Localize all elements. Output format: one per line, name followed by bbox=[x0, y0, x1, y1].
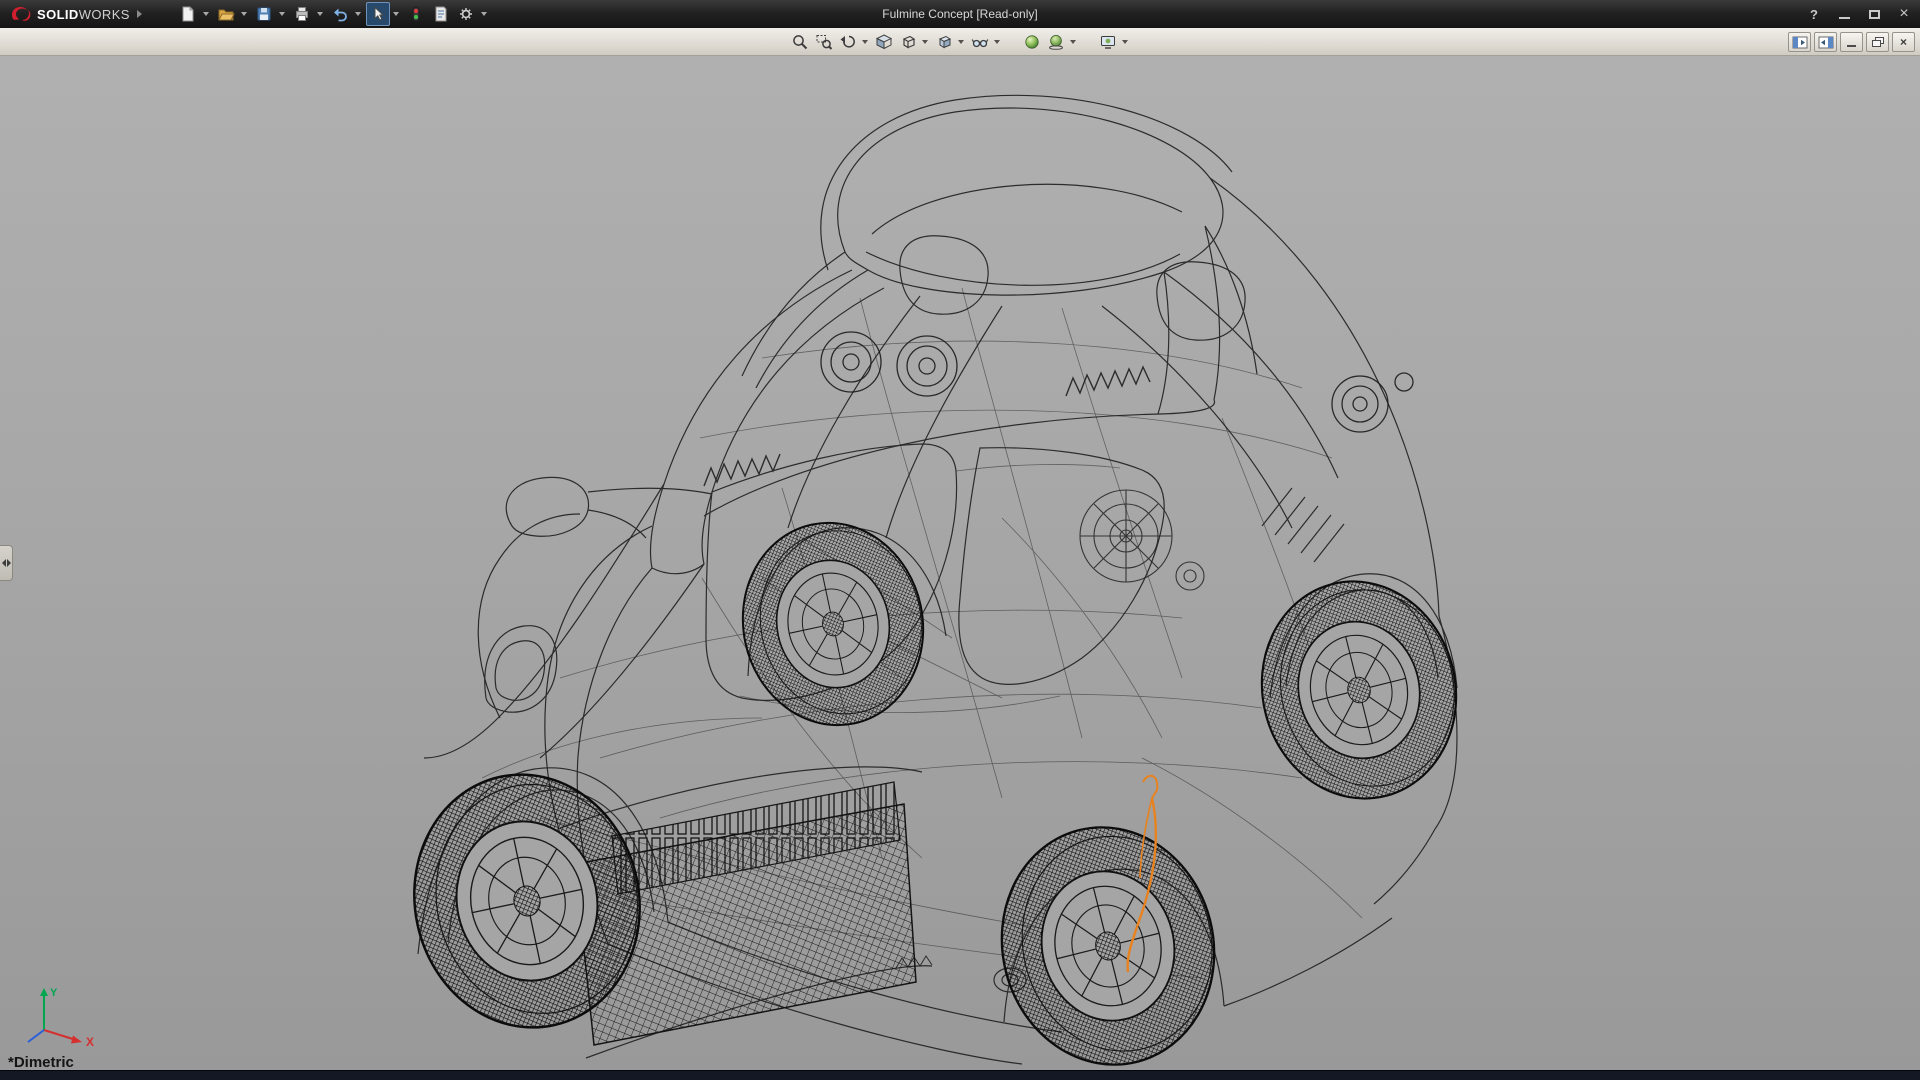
save-icon bbox=[255, 5, 273, 23]
new-document-icon bbox=[179, 5, 197, 23]
view-settings-icon bbox=[1099, 33, 1117, 51]
pane-previous-icon bbox=[1792, 36, 1808, 49]
triad-z-axis-icon bbox=[28, 1030, 44, 1042]
featuremanager-flyout-handle[interactable] bbox=[0, 545, 13, 581]
save-button[interactable] bbox=[252, 2, 276, 26]
triad-x-label: X bbox=[86, 1035, 94, 1048]
maximize-button[interactable] bbox=[1866, 4, 1882, 24]
edit-appearance-button[interactable] bbox=[1021, 30, 1043, 54]
car-drivetrain bbox=[1080, 490, 1204, 590]
hide-show-items-button[interactable] bbox=[969, 30, 991, 54]
flyout-left-arrow-icon bbox=[2, 559, 6, 567]
undo-button[interactable] bbox=[328, 2, 352, 26]
solidworks-logo: SOLIDWORKS bbox=[0, 5, 150, 23]
brand-bold: SOLID bbox=[37, 7, 79, 22]
pane-next-icon bbox=[1818, 36, 1834, 49]
dropdown-chevron-icon[interactable] bbox=[922, 40, 928, 44]
pane-previous-button[interactable] bbox=[1788, 32, 1811, 52]
dropdown-chevron-icon[interactable] bbox=[994, 40, 1000, 44]
close-button[interactable]: × bbox=[1896, 4, 1912, 24]
quick-access-toolbar bbox=[176, 2, 491, 26]
help-button[interactable]: ? bbox=[1806, 4, 1822, 24]
dropdown-chevron-icon[interactable] bbox=[862, 40, 868, 44]
document-restore-icon bbox=[1871, 36, 1885, 48]
document-restore-button[interactable] bbox=[1866, 32, 1889, 52]
graphics-viewport[interactable]: X Y *Dimetric bbox=[0, 56, 1920, 1070]
open-icon bbox=[217, 5, 235, 23]
dropdown-chevron-icon[interactable] bbox=[393, 12, 399, 16]
wheel-front-right bbox=[724, 506, 942, 742]
solidworks-logo-icon bbox=[10, 5, 32, 23]
zoom-to-area-button[interactable] bbox=[813, 30, 835, 54]
minimize-icon bbox=[1839, 17, 1850, 19]
menu-expand-icon[interactable] bbox=[137, 10, 142, 18]
view-orientation-button[interactable] bbox=[897, 30, 919, 54]
dropdown-chevron-icon[interactable] bbox=[481, 12, 487, 16]
wheel-rear-right bbox=[1239, 561, 1479, 820]
display-style-icon bbox=[935, 33, 953, 51]
dropdown-chevron-icon[interactable] bbox=[203, 12, 209, 16]
print-icon bbox=[293, 5, 311, 23]
select-button[interactable] bbox=[366, 2, 390, 26]
wireframe-car-model bbox=[0, 56, 1920, 1070]
taskbar-edge-strip bbox=[0, 1070, 1920, 1080]
file-properties-icon bbox=[432, 5, 450, 23]
previous-view-icon bbox=[839, 33, 857, 51]
zoom-to-fit-button[interactable] bbox=[789, 30, 811, 54]
zoom-to-area-icon bbox=[815, 33, 833, 51]
car-headlights bbox=[821, 332, 1413, 432]
brand-text: SOLIDWORKS bbox=[37, 7, 130, 22]
section-view-icon bbox=[875, 33, 893, 51]
triad-y-label: Y bbox=[50, 987, 58, 999]
dropdown-chevron-icon[interactable] bbox=[1122, 40, 1128, 44]
heads-up-toolbar-group bbox=[789, 30, 1131, 54]
dropdown-chevron-icon[interactable] bbox=[279, 12, 285, 16]
apply-scene-button[interactable] bbox=[1045, 30, 1067, 54]
dropdown-chevron-icon[interactable] bbox=[958, 40, 964, 44]
document-close-icon: × bbox=[1900, 35, 1907, 49]
view-settings-button[interactable] bbox=[1097, 30, 1119, 54]
document-window-controls: × bbox=[1788, 32, 1915, 52]
dropdown-chevron-icon[interactable] bbox=[355, 12, 361, 16]
open-button[interactable] bbox=[214, 2, 238, 26]
wheel-rear-left bbox=[977, 805, 1239, 1070]
edit-appearance-ball-icon bbox=[1023, 33, 1041, 51]
help-label: ? bbox=[1810, 7, 1818, 22]
display-style-button[interactable] bbox=[933, 30, 955, 54]
minimize-button[interactable] bbox=[1836, 4, 1852, 24]
heads-up-view-toolbar: × bbox=[0, 28, 1920, 56]
print-button[interactable] bbox=[290, 2, 314, 26]
hide-show-items-eyeglasses-icon bbox=[971, 33, 989, 51]
section-view-button[interactable] bbox=[873, 30, 895, 54]
dropdown-chevron-icon[interactable] bbox=[1070, 40, 1076, 44]
previous-view-button[interactable] bbox=[837, 30, 859, 54]
view-orientation-icon bbox=[899, 33, 917, 51]
rebuild-button[interactable] bbox=[404, 2, 428, 26]
undo-icon bbox=[331, 5, 349, 23]
document-close-button[interactable]: × bbox=[1892, 32, 1915, 52]
flyout-right-arrow-icon bbox=[7, 559, 11, 567]
file-properties-button[interactable] bbox=[429, 2, 453, 26]
new-document-button[interactable] bbox=[176, 2, 200, 26]
triad-y-axis-icon bbox=[40, 988, 48, 996]
dropdown-chevron-icon[interactable] bbox=[241, 12, 247, 16]
view-orientation-label: *Dimetric bbox=[8, 1054, 74, 1071]
maximize-icon bbox=[1869, 10, 1880, 19]
document-minimize-icon bbox=[1847, 45, 1856, 47]
select-cursor-icon bbox=[369, 5, 387, 23]
document-minimize-button[interactable] bbox=[1840, 32, 1863, 52]
window-controls: ? × bbox=[1806, 0, 1912, 28]
apply-scene-icon bbox=[1047, 33, 1065, 51]
rebuild-traffic-light-icon bbox=[407, 5, 425, 23]
zoom-to-fit-icon bbox=[791, 33, 809, 51]
brand-light: WORKS bbox=[79, 7, 130, 22]
close-icon: × bbox=[1899, 5, 1908, 23]
reference-triad[interactable]: X Y bbox=[18, 984, 104, 1048]
options-gear-icon bbox=[457, 5, 475, 23]
options-button[interactable] bbox=[454, 2, 478, 26]
title-bar: SOLIDWORKS bbox=[0, 0, 1920, 28]
dropdown-chevron-icon[interactable] bbox=[317, 12, 323, 16]
pane-next-button[interactable] bbox=[1814, 32, 1837, 52]
triad-x-axis-icon bbox=[71, 1036, 82, 1044]
